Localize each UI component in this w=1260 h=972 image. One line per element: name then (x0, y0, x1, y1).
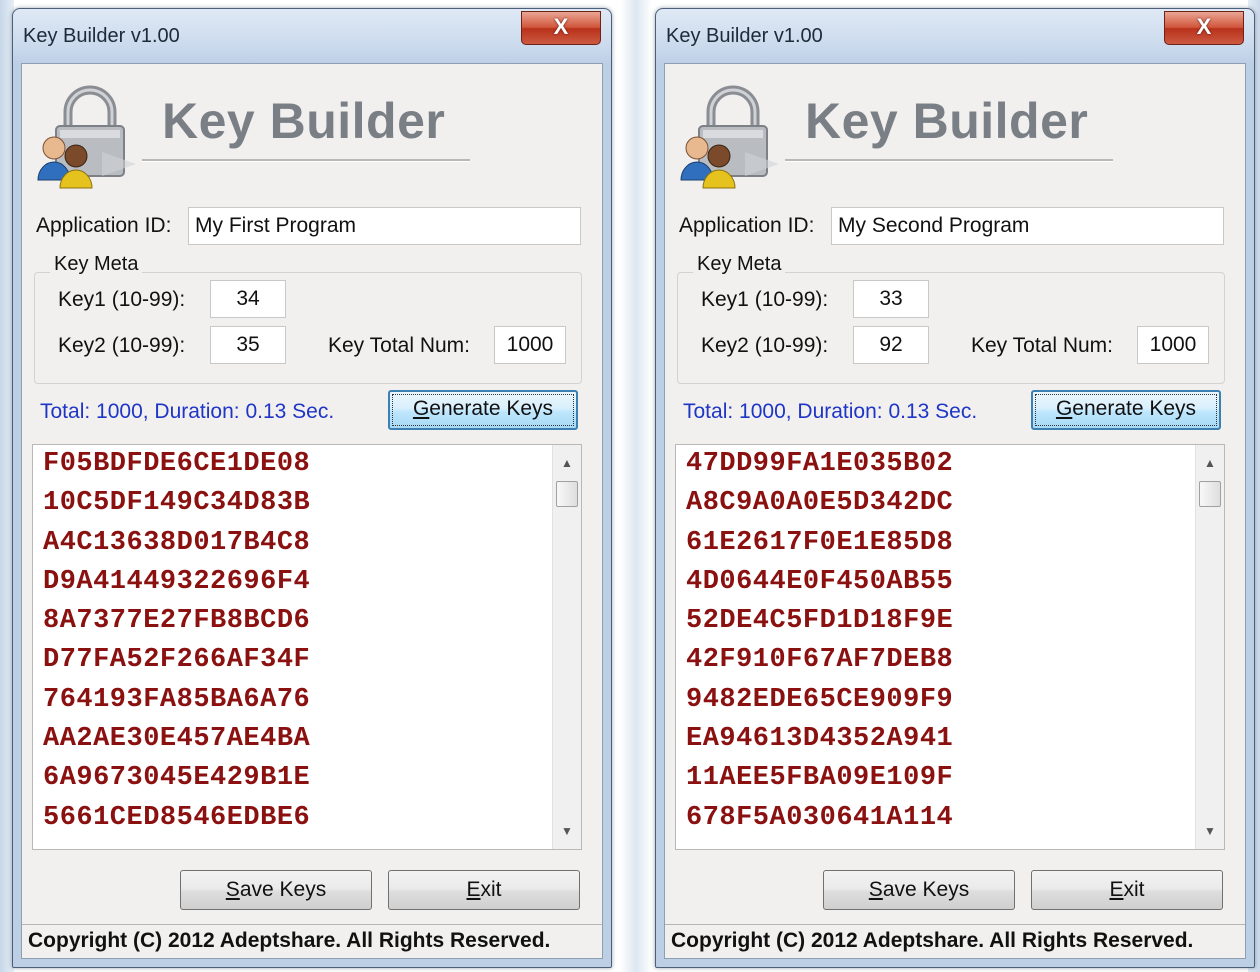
key-builder-window: Key Builder v1.00 X Key Builder Applicat… (655, 8, 1255, 968)
copyright-status-bar: Copyright (C) 2012 Adeptshare. All Right… (665, 924, 1245, 958)
key-total-num-label: Key Total Num: (328, 334, 471, 357)
key1-input[interactable]: 33 (853, 280, 929, 318)
status-text: Total: 1000, Duration: 0.13 Sec. (683, 400, 978, 423)
key-list-item[interactable]: 10C5DF149C34D83B (33, 484, 581, 523)
keys-list-items: 47DD99FA1E035B02 A8C9A0A0E5D342DC 61E2617F… (676, 445, 1224, 838)
scroll-thumb[interactable] (556, 481, 578, 507)
key1-label: Key1 (10-99): (701, 288, 829, 311)
key-list-item[interactable]: 47DD99FA1E035B02 (676, 445, 1224, 484)
keys-scrollbar[interactable]: ▲ ▼ (552, 445, 581, 849)
generate-keys-mnemonic: G (412, 397, 430, 420)
key2-label: Key2 (10-99): (58, 334, 186, 357)
key2-input[interactable]: 35 (210, 326, 286, 364)
save-keys-label: ave Keys (882, 878, 970, 901)
key-list-item[interactable]: A8C9A0A0E5D342DC (676, 484, 1224, 523)
window-title: Key Builder v1.00 (666, 25, 823, 47)
generate-keys-label: enerate Keys (1072, 397, 1197, 420)
save-keys-button[interactable]: Save Keys (180, 870, 372, 910)
application-id-label: Application ID: (679, 214, 815, 237)
key-list-item[interactable]: 61E2617F0E1E85D8 (676, 524, 1224, 563)
key1-label: Key1 (10-99): (58, 288, 186, 311)
client-area: Key Builder Application ID: My First Pro… (21, 63, 603, 959)
lock-users-icon (32, 82, 142, 192)
key-list-item[interactable]: 52DE4C5FD1D18F9E (676, 602, 1224, 641)
app-logo-title: Key Builder (805, 93, 1089, 149)
title-bar[interactable]: Key Builder v1.00 X (656, 9, 1254, 63)
scroll-down-arrow-icon[interactable]: ▼ (553, 819, 581, 843)
generate-keys-mnemonic: G (1055, 397, 1073, 420)
generate-keys-button[interactable]: Generate Keys (388, 390, 578, 430)
save-keys-label: ave Keys (239, 878, 327, 901)
key-list-item[interactable]: 9482EDE65CE909F9 (676, 681, 1224, 720)
scroll-thumb[interactable] (1199, 481, 1221, 507)
save-keys-mnemonic: S (868, 878, 883, 901)
key-meta-legend: Key Meta (693, 253, 786, 276)
key-total-num-label: Key Total Num: (971, 334, 1114, 357)
application-id-label: Application ID: (36, 214, 172, 237)
exit-button[interactable]: Exit (388, 870, 580, 910)
keys-list[interactable]: F05BDFDE6CE1DE08 10C5DF149C34D83B A4C13638… (32, 444, 582, 850)
keys-scrollbar[interactable]: ▲ ▼ (1195, 445, 1224, 849)
copyright-status-bar: Copyright (C) 2012 Adeptshare. All Right… (22, 924, 602, 958)
key-list-item[interactable]: 8A7377E27FB8BCD6 (33, 602, 581, 641)
key-list-item[interactable]: D9A41449322696F4 (33, 563, 581, 602)
application-id-input[interactable]: My First Program (188, 207, 581, 245)
save-keys-mnemonic: S (225, 878, 240, 901)
key-list-item[interactable]: D77FA52F266AF34F (33, 641, 581, 680)
key1-input[interactable]: 34 (210, 280, 286, 318)
lock-users-icon (675, 82, 785, 192)
key-meta-legend: Key Meta (50, 253, 143, 276)
key-list-item[interactable]: 42F910F67AF7DEB8 (676, 641, 1224, 680)
keys-list[interactable]: 47DD99FA1E035B02 A8C9A0A0E5D342DC 61E2617F… (675, 444, 1225, 850)
close-button[interactable]: X (521, 11, 601, 45)
generate-keys-button[interactable]: Generate Keys (1031, 390, 1221, 430)
window-title: Key Builder v1.00 (23, 25, 180, 47)
key-list-item[interactable]: 764193FA85BA6A76 (33, 681, 581, 720)
scroll-down-arrow-icon[interactable]: ▼ (1196, 819, 1224, 843)
exit-mnemonic: E (1109, 878, 1124, 901)
key-list-item[interactable]: 6A9673045E429B1E (33, 759, 581, 798)
key2-label: Key2 (10-99): (701, 334, 829, 357)
key-list-item[interactable]: 5661CED8546EDBE6 (33, 799, 581, 838)
exit-button[interactable]: Exit (1031, 870, 1223, 910)
keys-list-items: F05BDFDE6CE1DE08 10C5DF149C34D83B A4C13638… (33, 445, 581, 838)
close-button[interactable]: X (1164, 11, 1244, 45)
title-bar[interactable]: Key Builder v1.00 X (13, 9, 611, 63)
key-total-num-input[interactable]: 1000 (494, 326, 566, 364)
client-area: Key Builder Application ID: My Second Pr… (664, 63, 1246, 959)
key2-input[interactable]: 92 (853, 326, 929, 364)
key-list-item[interactable]: 678F5A030641A114 (676, 799, 1224, 838)
logo-divider (142, 159, 470, 162)
application-id-input[interactable]: My Second Program (831, 207, 1224, 245)
scroll-up-arrow-icon[interactable]: ▲ (1196, 451, 1224, 475)
save-keys-button[interactable]: Save Keys (823, 870, 1015, 910)
key-list-item[interactable]: F05BDFDE6CE1DE08 (33, 445, 581, 484)
generate-keys-label: enerate Keys (429, 397, 554, 420)
desktop-background (620, 0, 652, 972)
exit-mnemonic: E (466, 878, 481, 901)
exit-label: xit (480, 878, 502, 901)
app-logo-title: Key Builder (162, 93, 446, 149)
key-list-item[interactable]: A4C13638D017B4C8 (33, 524, 581, 563)
logo-divider (785, 159, 1113, 162)
key-list-item[interactable]: AA2AE30E457AE4BA (33, 720, 581, 759)
key-list-item[interactable]: EA94613D4352A941 (676, 720, 1224, 759)
status-text: Total: 1000, Duration: 0.13 Sec. (40, 400, 335, 423)
key-list-item[interactable]: 4D0644E0F450AB55 (676, 563, 1224, 602)
key-total-num-input[interactable]: 1000 (1137, 326, 1209, 364)
key-list-item[interactable]: 11AEE5FBA09E109F (676, 759, 1224, 798)
scroll-up-arrow-icon[interactable]: ▲ (553, 451, 581, 475)
key-builder-window: Key Builder v1.00 X Key Builder Applicat… (12, 8, 612, 968)
exit-label: xit (1123, 878, 1145, 901)
